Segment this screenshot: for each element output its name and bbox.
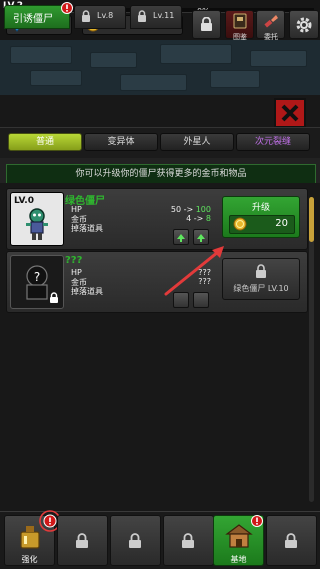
upgrade-button[interactable]: 升级 20 xyxy=(222,196,300,238)
info-banner: 你可以升级你的僵尸获得更多的金币和物品 xyxy=(6,164,316,184)
lock-icon xyxy=(182,533,194,548)
lock-icon xyxy=(82,10,90,22)
close-button[interactable] xyxy=(274,98,306,128)
zombie-level-tag: LV.0 xyxy=(14,196,34,206)
tab-lv11[interactable]: Lv.11 xyxy=(130,5,182,29)
nav-upgrade-label: 强化 xyxy=(21,555,38,564)
zombie-icon xyxy=(26,208,48,240)
lock-icon xyxy=(129,533,141,548)
stat-hp-label: HP xyxy=(71,205,82,214)
zombie-name: ??? xyxy=(65,255,83,266)
lock-icon xyxy=(201,17,212,31)
locked-feature-button[interactable] xyxy=(192,10,221,39)
stat-drop-label: 掉落道具 xyxy=(71,287,103,296)
close-icon xyxy=(281,104,299,122)
commission-button[interactable]: 委托 xyxy=(256,10,285,41)
svg-text:?: ? xyxy=(34,270,40,284)
hint-arrow-icon xyxy=(164,246,224,296)
flashlight-icon xyxy=(264,15,278,28)
tab-lure-zombie[interactable]: 引诱僵尸 xyxy=(4,2,73,29)
scrollbar-thumb[interactable] xyxy=(309,197,314,242)
stat-hp-next: 100 xyxy=(195,205,211,214)
nav-locked-slot[interactable] xyxy=(266,515,317,566)
stat-hp-current: 50 -> xyxy=(170,205,196,214)
upgrade-cost-box: 20 xyxy=(229,215,295,234)
lock-icon xyxy=(76,533,88,548)
lock-icon xyxy=(285,533,297,548)
album-button[interactable]: 图鉴 xyxy=(225,10,254,41)
gear-icon xyxy=(296,17,312,33)
alert-icon xyxy=(61,2,73,14)
nav-upgrade[interactable]: 强化 xyxy=(4,510,61,566)
stat-hp-label: HP xyxy=(71,268,82,277)
coin-icon xyxy=(233,217,247,231)
alert-icon xyxy=(251,515,263,527)
tab-lure-label: 引诱僵尸 xyxy=(13,14,53,25)
book-icon xyxy=(233,13,247,29)
stat-coin-value: 4 -> 8 xyxy=(186,214,211,223)
upgrade-cost: 20 xyxy=(275,218,288,229)
lock-icon xyxy=(256,264,266,278)
tab-lv8[interactable]: Lv.8 xyxy=(74,5,126,29)
tab-category-normal[interactable]: 普通 xyxy=(8,133,82,151)
tab-category-alien[interactable]: 外星人 xyxy=(160,133,234,151)
nav-locked-slot[interactable] xyxy=(163,515,214,566)
house-icon xyxy=(225,524,253,548)
tab-category-dimension[interactable]: 次元裂缝 xyxy=(236,133,310,151)
nav-base-label: 基地 xyxy=(230,555,247,564)
tab-lv8-label: Lv.8 xyxy=(97,11,114,20)
tab-lv11-label: Lv.11 xyxy=(153,11,175,20)
zombie-tab-row xyxy=(0,95,320,127)
zombie-portrait: LV.0 xyxy=(10,192,64,246)
stat-drop-label: 掉落道具 xyxy=(71,224,103,233)
nav-base[interactable]: 基地 xyxy=(213,515,264,566)
nav-locked-slot[interactable] xyxy=(57,515,108,566)
lock-icon xyxy=(138,10,146,22)
unlock-requirement-button[interactable]: 绿色僵尸 LV.10 xyxy=(222,258,300,300)
settings-button[interactable] xyxy=(289,10,319,39)
unlock-requirement-label: 绿色僵尸 LV.10 xyxy=(233,284,289,293)
tab-category-variant[interactable]: 变异体 xyxy=(84,133,158,151)
stat-coin-current: 4 -> xyxy=(186,214,206,223)
upgrade-label: 升级 xyxy=(251,203,270,213)
nav-locked-slot[interactable] xyxy=(110,515,161,566)
stat-hp-value: 50 -> 100 xyxy=(171,205,211,214)
scrollbar[interactable] xyxy=(309,197,314,502)
stat-coin-next: 8 xyxy=(205,214,211,223)
lock-icon xyxy=(50,292,58,303)
graveyard-scene xyxy=(0,40,320,95)
zombie-portrait-unknown: ? xyxy=(10,255,64,309)
